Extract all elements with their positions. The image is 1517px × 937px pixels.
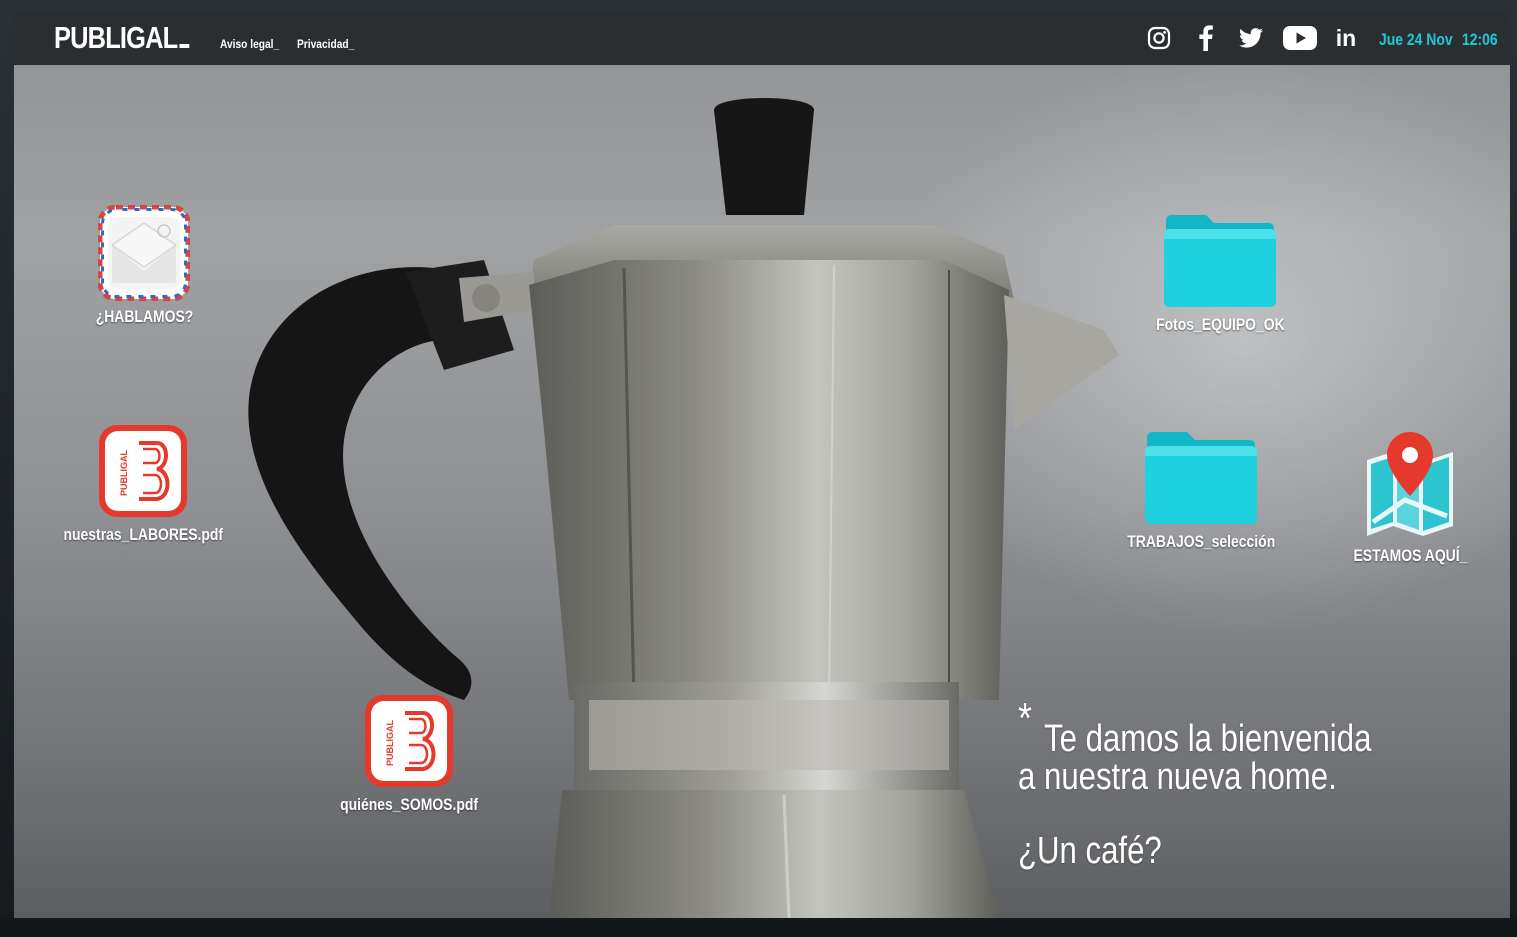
publigal-badge-text: PUBLIGAL bbox=[119, 450, 129, 497]
publigal-pdf-icon: PUBLIGAL bbox=[365, 695, 453, 787]
instagram-icon[interactable] bbox=[1144, 23, 1174, 53]
brand-cursor bbox=[179, 44, 190, 48]
welcome-line-1: Te damos la bienvenida bbox=[1044, 718, 1372, 760]
time-display: 12:06 bbox=[1462, 30, 1498, 49]
folder-icon bbox=[1164, 215, 1276, 307]
facebook-icon[interactable] bbox=[1191, 23, 1221, 53]
welcome-line-2: a nuestra nueva home. bbox=[1018, 756, 1337, 798]
privacidad-link[interactable]: Privacidad_ bbox=[297, 37, 354, 51]
estamos-aqui-label: ESTAMOS AQUÍ_ bbox=[1353, 546, 1467, 565]
mail-envelope-icon bbox=[98, 205, 190, 301]
hablamos-label: ¿HABLAMOS? bbox=[95, 307, 193, 326]
nuestras-labores-desktop-icon[interactable]: PUBLIGAL nuestras_LABORES.pdf bbox=[54, 423, 232, 545]
top-menu-bar: PUBLIGAL Aviso legal_ Privacidad_ in Jue… bbox=[14, 10, 1510, 65]
fotos-equipo-desktop-icon[interactable]: Fotos_EQUIPO_OK bbox=[1140, 213, 1300, 335]
publigal-pdf-icon: PUBLIGAL bbox=[99, 425, 187, 517]
folder-icon bbox=[1145, 432, 1257, 524]
fotos-equipo-label: Fotos_EQUIPO_OK bbox=[1155, 315, 1285, 334]
welcome-asterisk: * bbox=[1018, 694, 1033, 743]
quienes-somos-label: quiénes_SOMOS.pdf bbox=[340, 795, 478, 814]
brand-logo[interactable]: PUBLIGAL bbox=[54, 20, 190, 56]
date-display: Jue 24 Nov bbox=[1379, 30, 1453, 49]
twitter-icon[interactable] bbox=[1236, 23, 1266, 53]
welcome-line-3: ¿Un café? bbox=[1018, 830, 1162, 872]
linkedin-icon[interactable]: in bbox=[1331, 23, 1361, 53]
aviso-legal-link[interactable]: Aviso legal_ bbox=[220, 37, 279, 51]
monitor-bottom-bezel bbox=[0, 918, 1517, 937]
trabajos-seleccion-desktop-icon[interactable]: TRABAJOS_selección bbox=[1116, 430, 1286, 552]
desktop-screen: PUBLIGAL Aviso legal_ Privacidad_ in Jue… bbox=[14, 10, 1510, 918]
youtube-icon[interactable] bbox=[1282, 23, 1318, 53]
map-pin-icon bbox=[1367, 432, 1453, 536]
trabajos-seleccion-label: TRABAJOS_selección bbox=[1127, 532, 1275, 551]
hablamos-desktop-icon[interactable]: ¿HABLAMOS? bbox=[64, 205, 224, 327]
publigal-badge-text: PUBLIGAL bbox=[385, 720, 395, 767]
nuestras-labores-label: nuestras_LABORES.pdf bbox=[63, 525, 223, 544]
estamos-aqui-desktop-icon[interactable]: ESTAMOS AQUÍ_ bbox=[1340, 430, 1480, 566]
quienes-somos-desktop-icon[interactable]: PUBLIGAL quiénes_SOMOS.pdf bbox=[329, 693, 489, 815]
